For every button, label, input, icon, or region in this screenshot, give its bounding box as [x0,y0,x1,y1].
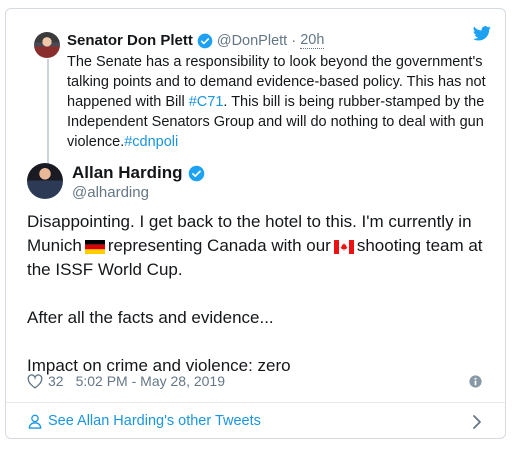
verified-badge-icon [197,33,213,48]
info-icon[interactable] [469,375,482,388]
verified-badge-icon [188,165,204,181]
tweet-text: Disappointing. I get back to the hotel t… [27,210,497,378]
hashtag-c71-link[interactable]: #C71 [189,94,224,110]
tweet-paragraph-2: After all the facts and evidence... [27,308,274,327]
parent-tweet-text: The Senate has a responsibility to look … [67,52,487,152]
see-other-tweets-label[interactable]: See Allan Harding's other Tweets [48,413,261,429]
parent-author-name[interactable]: Senator Don Plett [67,32,193,49]
germany-flag-icon [84,240,105,254]
tweet-meta: 32 5:02 PM - May 28, 2019 [27,373,225,389]
parent-avatar[interactable] [34,32,60,58]
embedded-tweet-card: Senator Don Plett @DonPlett · 20h The Se… [5,8,506,439]
thread-connector-line [47,59,49,166]
author-avatar[interactable] [27,163,63,199]
footer-divider [6,402,505,403]
canada-flag-icon [333,240,354,254]
person-icon [28,414,42,429]
parent-tweet-time[interactable]: 20h [300,32,325,49]
tweet-paragraph-1: Disappointing. I get back to the hotel t… [27,210,497,282]
chevron-right-icon[interactable] [472,414,482,430]
heart-icon[interactable] [27,373,43,389]
tweet-timestamp[interactable]: 5:02 PM - May 28, 2019 [76,373,225,389]
twitter-bird-icon[interactable] [473,26,491,41]
see-other-tweets-link[interactable]: See Allan Harding's other Tweets [28,413,261,429]
parent-author-handle[interactable]: @DonPlett [217,33,287,49]
tweet-text-part-b: representing Canada with our [107,236,331,255]
separator-dot: · [291,32,297,49]
author-name[interactable]: Allan Harding [72,163,183,183]
author-name-row: Allan Harding [72,163,205,183]
author-handle[interactable]: @alharding [72,184,149,201]
like-count[interactable]: 32 [48,373,64,389]
hashtag-cdnpoli-link[interactable]: #cdnpoli [124,134,178,150]
parent-tweet-header: Senator Don Plett @DonPlett · 20h [67,32,325,49]
